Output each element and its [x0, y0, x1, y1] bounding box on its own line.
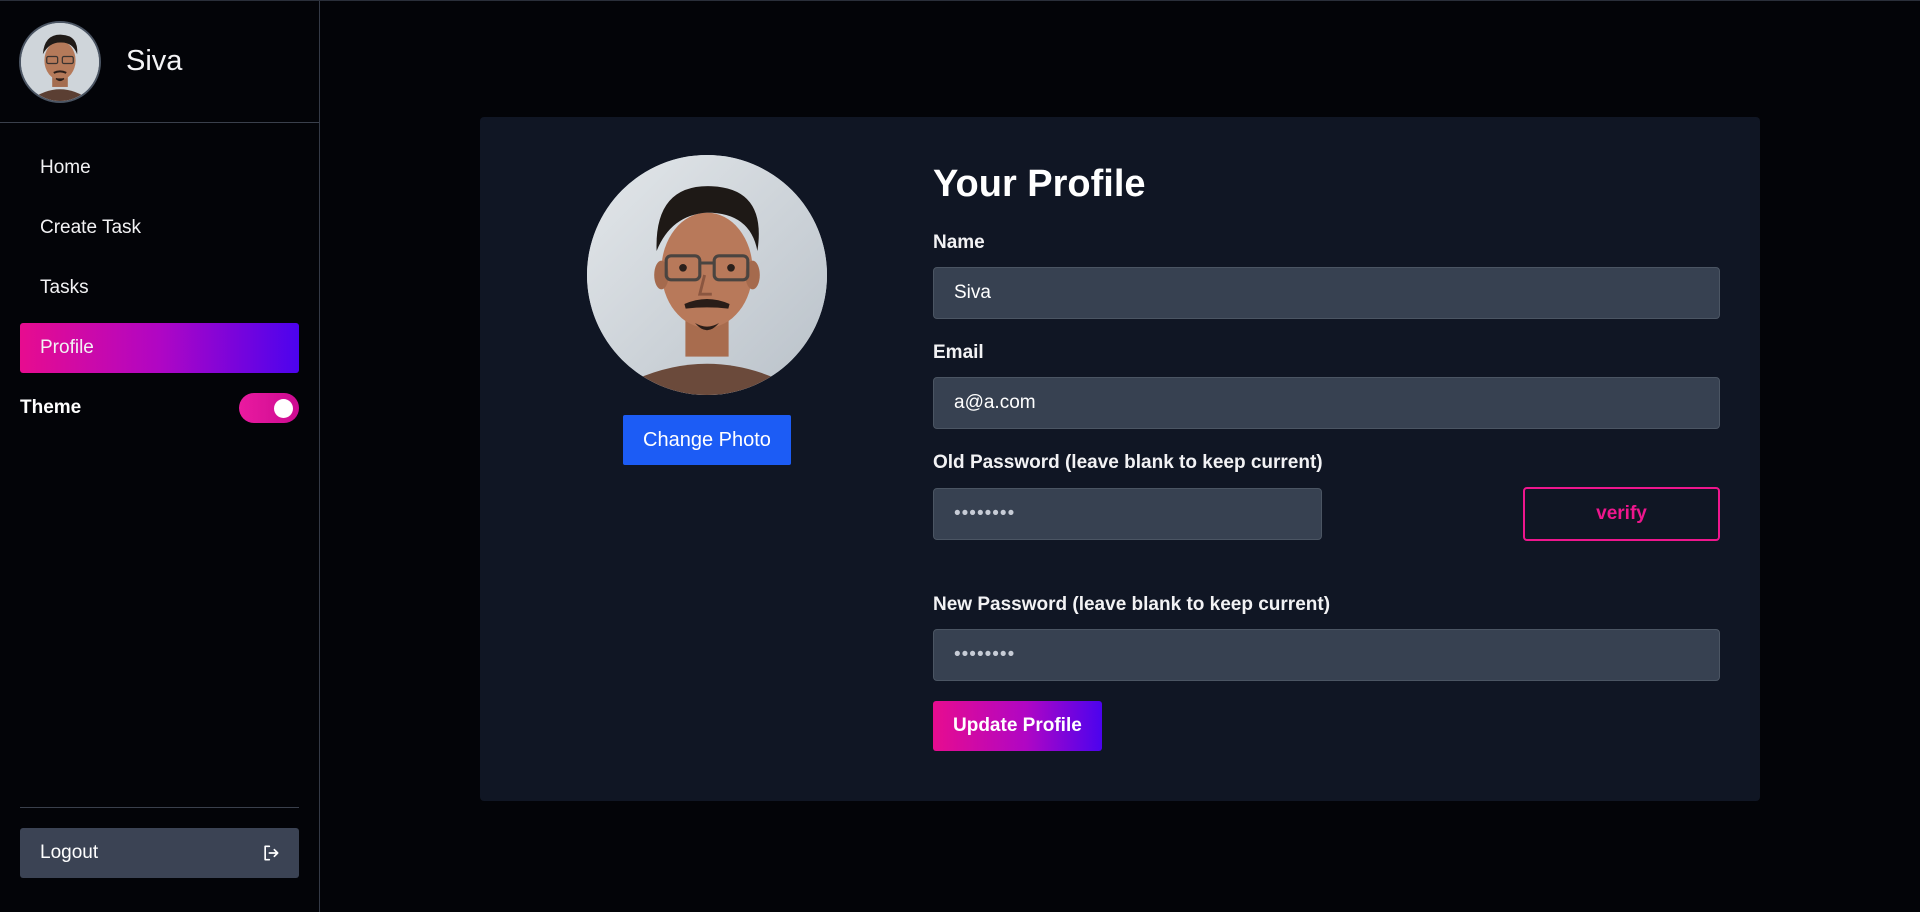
- sidebar-item-label: Home: [40, 157, 91, 178]
- sidebar-item-create-task[interactable]: Create Task: [20, 203, 299, 253]
- sidebar-nav: Home Create Task Tasks Profile: [0, 123, 319, 373]
- profile-portrait-icon: [587, 155, 827, 395]
- sidebar-footer: Logout: [20, 807, 299, 878]
- theme-label: Theme: [20, 397, 82, 418]
- sidebar-item-label: Tasks: [40, 277, 89, 298]
- old-password-row: verify: [933, 487, 1720, 541]
- user-header: Siva: [0, 1, 319, 123]
- sidebar-item-label: Profile: [40, 337, 94, 358]
- theme-toggle[interactable]: [239, 393, 299, 423]
- profile-form: Your Profile Name Email Old Password (le…: [933, 159, 1720, 751]
- app-root: Siva Home Create Task Tasks Profile Them…: [0, 0, 1920, 912]
- theme-row: Theme: [0, 383, 319, 433]
- avatar: [19, 20, 101, 103]
- old-password-field[interactable]: [933, 488, 1322, 540]
- update-profile-button[interactable]: Update Profile: [933, 701, 1102, 751]
- new-password-label: New Password (leave blank to keep curren…: [933, 594, 1331, 615]
- verify-button[interactable]: verify: [1523, 487, 1720, 541]
- sidebar-item-home[interactable]: Home: [20, 143, 299, 193]
- email-field[interactable]: [933, 377, 1720, 429]
- sidebar-item-tasks[interactable]: Tasks: [20, 263, 299, 313]
- name-field[interactable]: [933, 267, 1720, 319]
- logout-icon: [264, 845, 279, 861]
- avatar-portrait-icon: [21, 22, 99, 101]
- new-password-field[interactable]: [933, 629, 1720, 681]
- logout-button[interactable]: Logout: [20, 828, 299, 878]
- change-photo-button[interactable]: Change Photo: [623, 415, 791, 465]
- old-password-label: Old Password (leave blank to keep curren…: [933, 452, 1323, 473]
- divider: [20, 807, 299, 808]
- name-label: Name: [933, 232, 985, 253]
- sidebar-item-profile[interactable]: Profile: [20, 323, 299, 373]
- page-title: Your Profile: [933, 163, 1146, 205]
- photo-column: Change Photo: [587, 155, 827, 465]
- sidebar-item-label: Create Task: [40, 217, 142, 238]
- sidebar: Siva Home Create Task Tasks Profile Them…: [0, 1, 320, 912]
- toggle-knob: [274, 399, 293, 418]
- profile-card: Change Photo Your Profile Name Email Old…: [480, 117, 1760, 801]
- email-label: Email: [933, 342, 984, 363]
- user-name: Siva: [126, 45, 183, 77]
- profile-photo: [587, 155, 827, 395]
- logout-label: Logout: [40, 842, 99, 863]
